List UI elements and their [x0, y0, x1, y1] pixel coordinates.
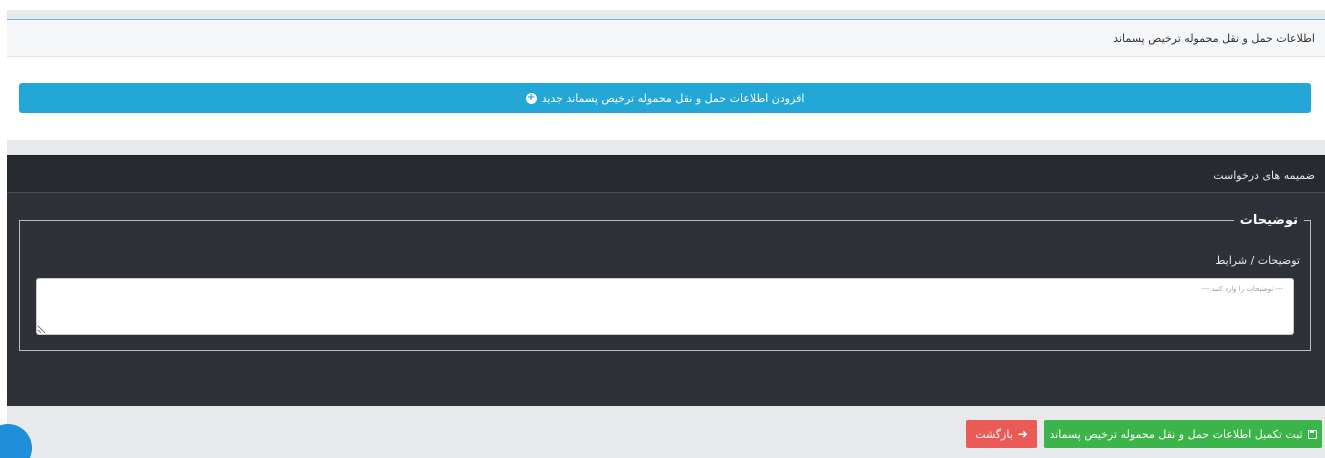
save-completion-button[interactable]: ثبت تکمیل اطلاعات حمل و نقل محموله ترخیص…: [1044, 420, 1322, 448]
description-fieldset: توضیحات توضیحات / شرایط: [19, 213, 1311, 351]
add-transport-info-button[interactable]: افزودن اطلاعات حمل و نقل محموله ترخیص پس…: [19, 83, 1311, 113]
smiley-chat-icon: ☺: [0, 439, 1, 458]
request-attachments-title: ضمیمه های درخواست: [1213, 169, 1315, 182]
left-margin: [0, 0, 7, 458]
save-completion-label: ثبت تکمیل اطلاعات حمل و نقل محموله ترخیص…: [1049, 427, 1303, 441]
plus-circle-icon: +: [525, 92, 537, 104]
back-button[interactable]: ➜ بازگشت: [966, 420, 1037, 448]
floppy-disk-icon: [1307, 429, 1317, 439]
transport-info-panel-title: اطلاعات حمل و نقل محموله ترخیص پسماند: [1113, 32, 1315, 45]
panel-separator: [7, 140, 1325, 155]
arrow-right-icon: ➜: [1017, 427, 1028, 441]
description-legend: توضیحات: [1239, 213, 1298, 228]
back-button-label: بازگشت: [975, 427, 1013, 441]
request-attachments-panel: ضمیمه های درخواست توضیحات توضیحات / شرای…: [7, 155, 1325, 406]
description-conditions-label: توضیحات / شرایط: [1215, 254, 1300, 267]
transport-info-panel-header: اطلاعات حمل و نقل محموله ترخیص پسماند: [7, 19, 1325, 57]
description-textarea[interactable]: [36, 278, 1294, 335]
request-attachments-header: ضمیمه های درخواست: [7, 155, 1325, 193]
transport-info-panel: اطلاعات حمل و نقل محموله ترخیص پسماند اف…: [7, 10, 1325, 140]
add-transport-info-label: افزودن اطلاعات حمل و نقل محموله ترخیص پس…: [541, 91, 805, 105]
